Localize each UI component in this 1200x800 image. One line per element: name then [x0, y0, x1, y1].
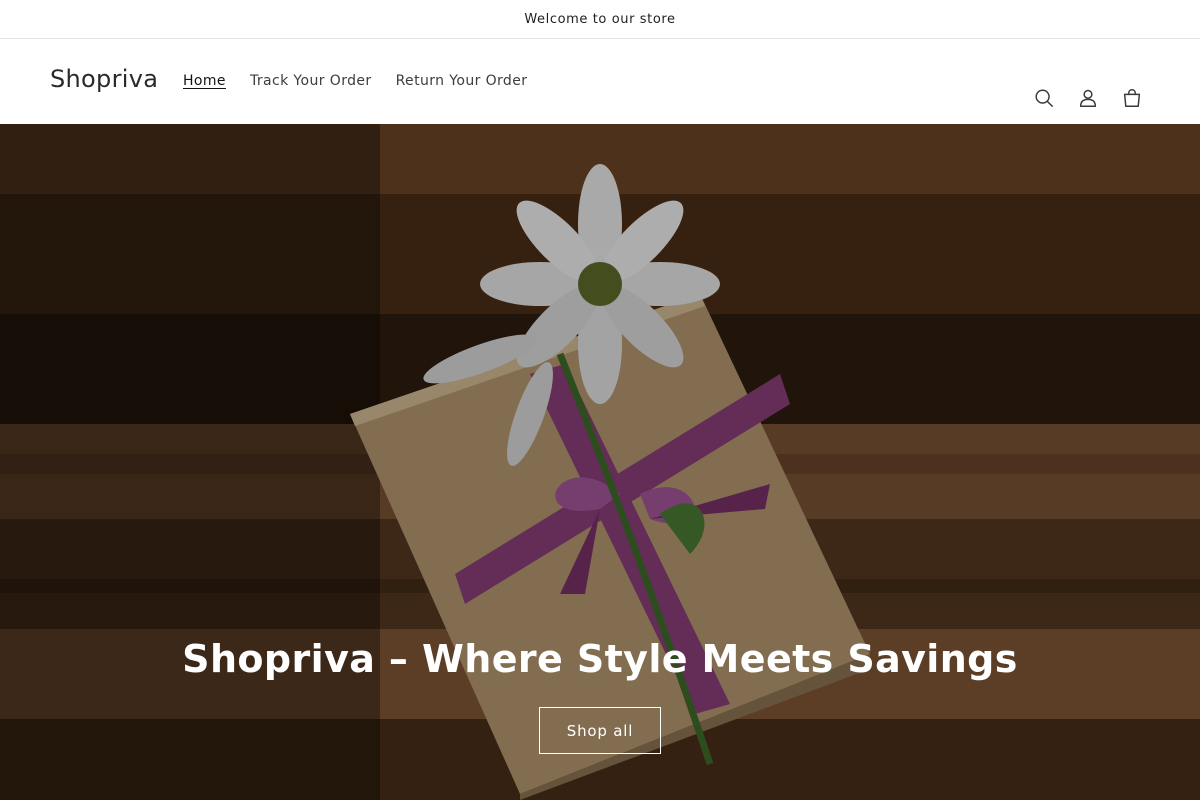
account-icon[interactable] — [1066, 76, 1110, 120]
site-header: Shopriva Home Track Your Order Return Yo… — [0, 39, 1200, 124]
shop-all-button[interactable]: Shop all — [539, 707, 661, 754]
hero-overlay — [0, 124, 1200, 800]
search-icon[interactable] — [1022, 76, 1066, 120]
nav-item-track-order[interactable]: Track Your Order — [238, 71, 384, 91]
hero-banner: Shopriva – Where Style Meets Savings Sho… — [0, 124, 1200, 800]
main-nav: Home Track Your Order Return Your Order — [171, 71, 539, 91]
cart-icon[interactable] — [1110, 76, 1154, 120]
store-logo[interactable]: Shopriva — [50, 65, 158, 93]
announcement-text: Welcome to our store — [524, 11, 676, 27]
announcement-bar: Welcome to our store — [0, 0, 1200, 39]
nav-item-return-order[interactable]: Return Your Order — [384, 71, 540, 91]
hero-title: Shopriva – Where Style Meets Savings — [182, 637, 1018, 681]
nav-item-home[interactable]: Home — [171, 71, 238, 91]
